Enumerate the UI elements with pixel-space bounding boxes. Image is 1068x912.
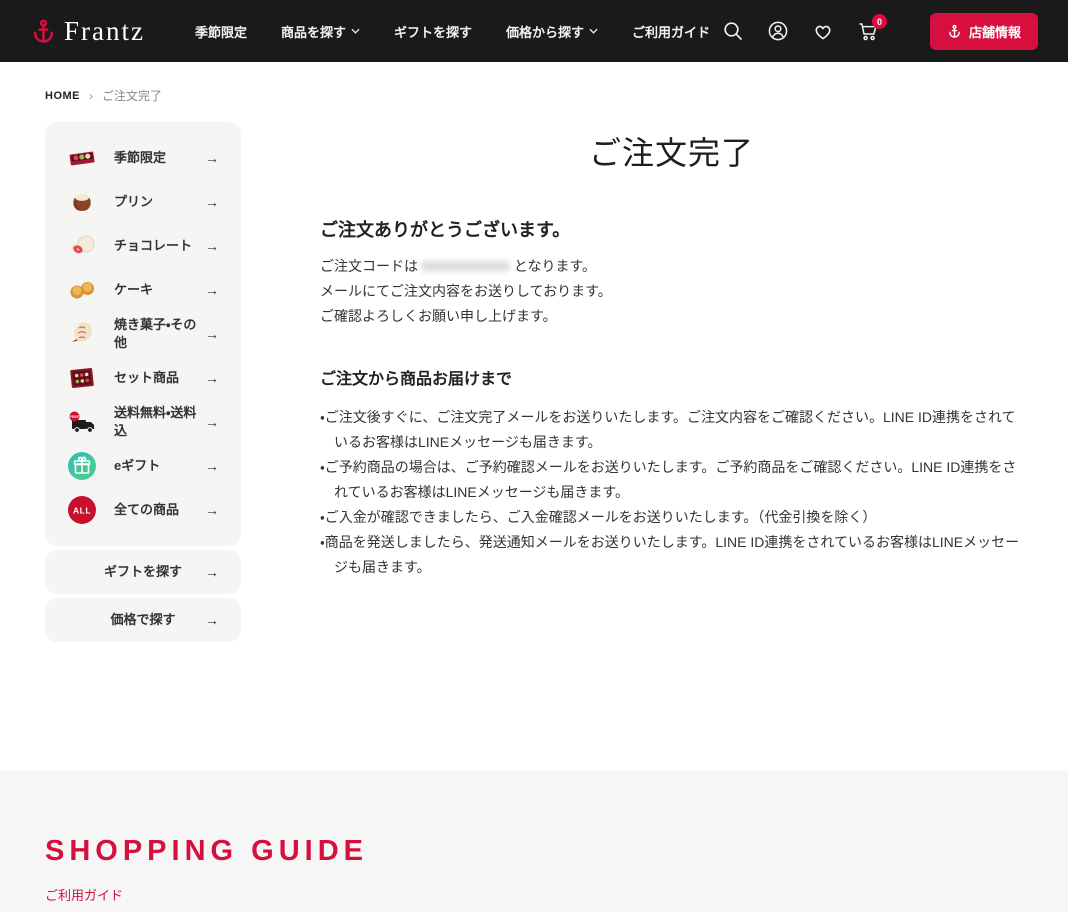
order-code-masked: 0000000000 — [422, 258, 510, 274]
category-sidebar: 季節限定 → プリン → — [45, 122, 241, 642]
thanks-section: ご注文ありがとうございます。 ご注文コードは0000000000となります。 メ… — [320, 216, 1023, 329]
search-icon[interactable] — [722, 20, 744, 42]
category-card: 季節限定 → プリン → — [45, 122, 241, 546]
sidebar-item-seasonal[interactable]: 季節限定 → — [45, 136, 241, 180]
nav-item-products[interactable]: 商品を探す — [281, 22, 360, 41]
sidebar-item-pudding[interactable]: プリン → — [45, 180, 241, 224]
sidebar-link-price[interactable]: 価格で探す → — [45, 598, 241, 642]
delivery-note: ・ご予約商品の場合は、ご予約確認メールをお送りいたします。ご予約商品をご確認くだ… — [320, 455, 1023, 505]
delivery-section: ご注文から商品お届けまで ・ご注文後すぐに、ご注文完了メールをお送りいたします。… — [320, 365, 1023, 580]
content-area: 季節限定 → プリン → — [0, 122, 1068, 642]
sidebar-item-set[interactable]: セット商品 → — [45, 356, 241, 400]
cake-tart-icon — [63, 271, 101, 309]
sidebar-item-cake[interactable]: ケーキ → — [45, 268, 241, 312]
breadcrumb-home-link[interactable]: HOME — [45, 90, 80, 102]
delivery-note: ・ご入金が確認できましたら、ご入金確認メールをお送りいたします。（代金引換を除く… — [320, 505, 1023, 530]
shopping-guide-title: SHOPPING GUIDE — [45, 835, 1023, 868]
egift-icon — [63, 447, 101, 485]
free-shipping-truck-icon: FREE — [63, 403, 101, 441]
arrow-right-icon: → — [205, 150, 219, 166]
thanks-heading: ご注文ありがとうございます。 — [320, 216, 1023, 242]
delivery-note: ・商品を発送しましたら、発送通知メールをお送りいたします。LINE ID連携をさ… — [320, 530, 1023, 580]
brand-name: Frantz — [64, 16, 145, 47]
page-title: ご注文完了 — [320, 128, 1023, 174]
strawberry-chocolate-icon — [63, 227, 101, 265]
footer-guide-link[interactable]: ご利用ガイド — [45, 885, 123, 904]
nav-item-guide[interactable]: ご利用ガイド — [632, 22, 710, 41]
seasonal-chocolate-box-icon — [63, 139, 101, 177]
mail-sent-line: メールにてご注文内容をお送りしております。 — [320, 279, 1023, 304]
nav-item-gifts[interactable]: ギフトを探す — [394, 22, 472, 41]
pudding-pot-icon — [63, 183, 101, 221]
delivery-notes-list: ・ご注文後すぐに、ご注文完了メールをお送りいたします。ご注文内容をご確認ください… — [320, 405, 1023, 580]
all-products-icon: ALL — [63, 491, 101, 529]
baked-sweets-icon — [63, 315, 101, 353]
arrow-right-icon: → — [205, 414, 219, 430]
account-icon[interactable] — [767, 20, 789, 42]
cart-icon[interactable]: 0 — [857, 20, 879, 42]
anchor-icon — [30, 18, 57, 45]
sidebar-item-free-shipping[interactable]: FREE 送料無料・送料込 → — [45, 400, 241, 444]
arrow-right-icon: → — [205, 282, 219, 298]
arrow-right-icon: → — [205, 238, 219, 254]
breadcrumb-separator-icon: › — [89, 89, 93, 103]
svg-text:FREE: FREE — [70, 415, 79, 419]
arrow-right-icon: → — [205, 458, 219, 474]
site-footer: SHOPPING GUIDE ご利用ガイド — [0, 771, 1068, 912]
site-header: Frantz 季節限定 商品を探す ギフトを探す 価格から探す ご利用ガイド — [0, 0, 1068, 62]
store-info-button[interactable]: 店舗情報 — [930, 13, 1038, 50]
delivery-heading: ご注文から商品お届けまで — [320, 365, 1023, 389]
arrow-right-icon: → — [205, 502, 219, 518]
wishlist-heart-icon[interactable] — [812, 20, 834, 42]
confirm-line: ご確認よろしくお願い申し上げます。 — [320, 304, 1023, 329]
order-complete-main: ご注文完了 ご注文ありがとうございます。 ご注文コードは0000000000とな… — [320, 122, 1023, 580]
main-nav: 季節限定 商品を探す ギフトを探す 価格から探す ご利用ガイド — [195, 22, 710, 41]
arrow-right-icon: → — [205, 612, 219, 628]
sidebar-item-chocolate[interactable]: チョコレート → — [45, 224, 241, 268]
chevron-down-icon — [589, 28, 598, 34]
arrow-right-icon: → — [205, 564, 219, 580]
nav-item-price[interactable]: 価格から探す — [506, 22, 598, 41]
gift-set-box-icon — [63, 359, 101, 397]
nav-item-seasonal[interactable]: 季節限定 — [195, 22, 247, 41]
brand-logo[interactable]: Frantz — [30, 16, 145, 47]
sidebar-item-baked[interactable]: 焼き菓子・その他 → — [45, 312, 241, 356]
sidebar-item-all-products[interactable]: ALL 全ての商品 → — [45, 488, 241, 532]
breadcrumb-current: ご注文完了 — [102, 87, 162, 104]
anchor-icon — [947, 24, 962, 39]
order-code-line: ご注文コードは0000000000となります。 — [320, 254, 1023, 279]
cart-count-badge: 0 — [872, 14, 887, 29]
sidebar-link-gifts[interactable]: ギフトを探す → — [45, 550, 241, 594]
chevron-down-icon — [351, 28, 360, 34]
delivery-note: ・ご注文後すぐに、ご注文完了メールをお送りいたします。ご注文内容をご確認ください… — [320, 405, 1023, 455]
arrow-right-icon: → — [205, 370, 219, 386]
sidebar-item-egift[interactable]: eギフト → — [45, 444, 241, 488]
arrow-right-icon: → — [205, 194, 219, 210]
svg-text:ALL: ALL — [73, 506, 91, 516]
breadcrumb: HOME › ご注文完了 — [0, 62, 1068, 104]
arrow-right-icon: → — [205, 326, 219, 342]
header-icons: 0 店舗情報 — [722, 13, 1038, 50]
